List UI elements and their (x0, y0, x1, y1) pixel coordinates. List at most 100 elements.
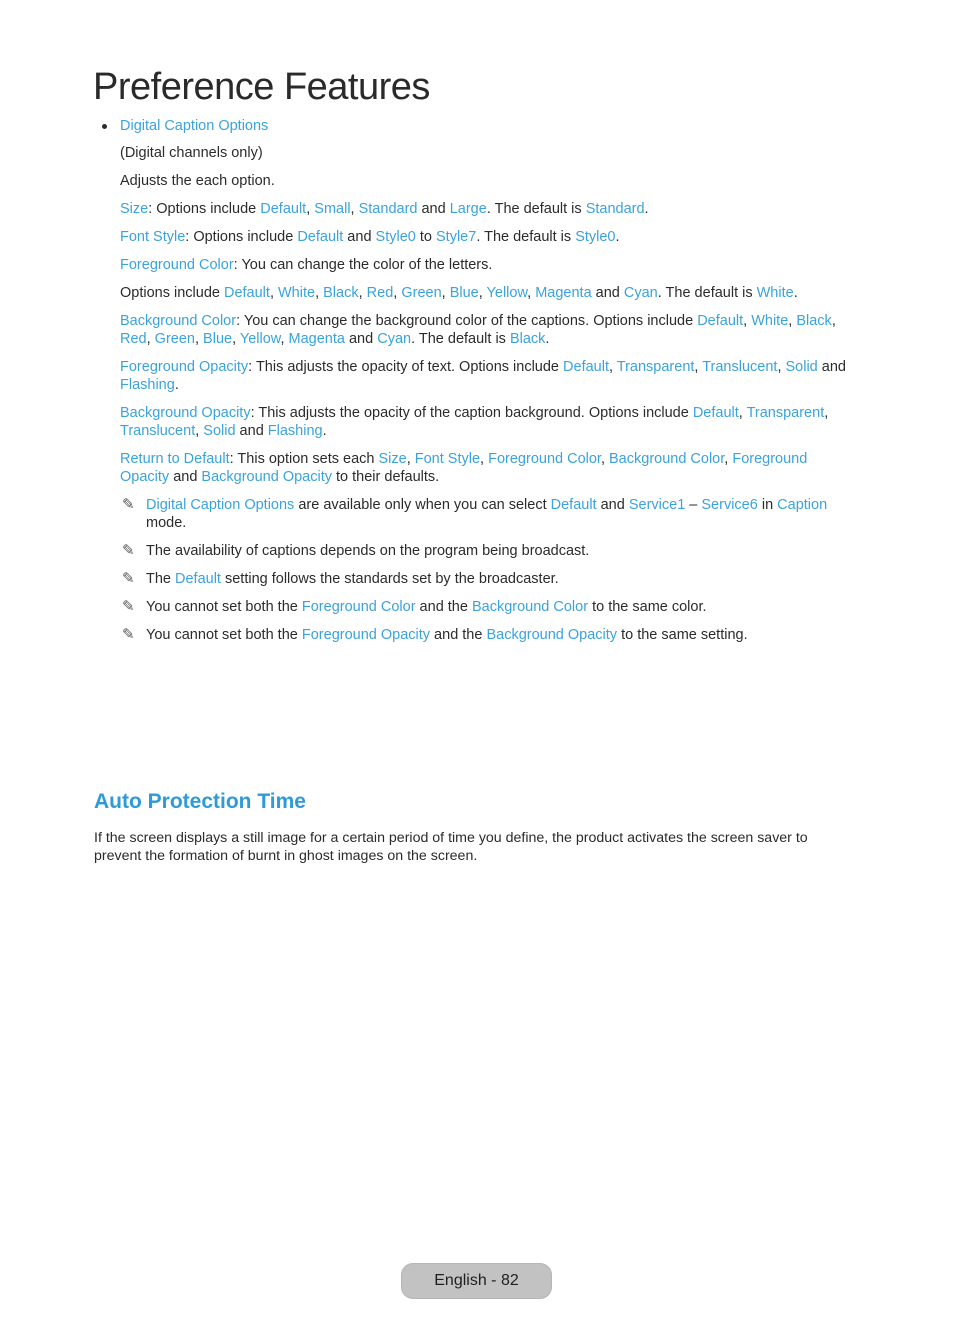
text-segment: : Options include (185, 229, 298, 245)
text-segment: and (596, 497, 629, 513)
text-segment: . (322, 423, 327, 439)
highlighted-term: Service6 (701, 497, 758, 513)
text-segment: . The default is (486, 201, 586, 217)
highlighted-term: Blue (203, 331, 233, 347)
highlighted-term: Font Style (120, 229, 186, 245)
text-segment: You cannot set both the (146, 627, 302, 643)
pencil-note-icon: ✎ (122, 496, 135, 513)
text-segment: and (591, 285, 624, 301)
highlighted-term: Default (697, 313, 744, 329)
highlighted-term: Blue (449, 285, 479, 301)
pencil-note-icon: ✎ (122, 598, 135, 615)
highlighted-term: Small (314, 201, 351, 217)
text-segment: . (615, 229, 620, 245)
page-number-label: English - 82 (434, 1272, 519, 1289)
text-segment: , (146, 331, 155, 347)
text-segment: . The default is (657, 285, 757, 301)
text-segment: and (417, 201, 450, 217)
pencil-note-icon: ✎ (122, 626, 135, 643)
highlighted-term: Translucent (120, 423, 196, 439)
highlighted-term: Style0 (375, 229, 416, 245)
highlighted-term: Yellow (486, 285, 528, 301)
highlighted-term: Default (297, 229, 344, 245)
highlighted-term: Cyan (623, 285, 658, 301)
text-segment: and (343, 229, 376, 245)
pencil-note-icon: ✎ (122, 542, 135, 559)
bullet-icon (102, 124, 107, 129)
text-segment: , (608, 359, 617, 375)
highlighted-term: Service1 (628, 497, 686, 513)
text-segment: : You can change the color of the letter… (233, 257, 493, 273)
text-segment: The (146, 571, 176, 587)
text-segment: setting follows the standards set by the… (220, 571, 559, 587)
highlighted-term: White (278, 285, 316, 301)
text-segment: – (685, 497, 702, 513)
text-segment: are available only when you can select (294, 497, 551, 513)
highlighted-term: Size (120, 201, 149, 217)
text-segment: to (415, 229, 436, 245)
note-item: ✎ You cannot set both the Foreground Opac… (120, 626, 860, 644)
note-item: ✎ You cannot set both the Foreground Colo… (120, 598, 860, 616)
option-paragraph: Foreground Opacity: This adjusts the opa… (120, 358, 860, 394)
text-segment: . The default is (411, 331, 510, 347)
caption-options-content: (Digital channels only) Adjusts the each … (120, 144, 860, 654)
highlighted-term: Default (175, 571, 221, 587)
text-segment: and the (415, 599, 472, 615)
option-paragraph: Font Style: Options include Default and … (120, 228, 860, 246)
text-segment: and (817, 359, 846, 375)
text-segment: , (406, 451, 415, 467)
text-segment: to the same setting. (617, 627, 748, 643)
option-paragraph: Adjusts the each option. (120, 172, 860, 190)
highlighted-term: Default (223, 285, 270, 301)
text-segment: , (232, 331, 240, 347)
highlighted-term: Default (563, 359, 609, 375)
highlighted-term: Solid (785, 359, 818, 375)
text-segment: to their defaults. (332, 469, 440, 485)
text-segment: , (738, 405, 747, 421)
text-segment: , (358, 285, 367, 301)
text-segment: , (350, 201, 359, 217)
highlighted-term: Green (401, 285, 442, 301)
notes-list: ✎ Digital Caption Options are available o… (120, 496, 860, 644)
highlighted-term: Background Opacity (486, 627, 618, 643)
text-segment: Options include (120, 285, 224, 301)
highlighted-term: Black (323, 285, 359, 301)
highlighted-term: Background Color (471, 599, 589, 615)
highlighted-term: Default (550, 497, 597, 513)
highlighted-term: Background Color (609, 451, 725, 467)
text-segment: in (757, 497, 778, 513)
text-segment: to the same color. (588, 599, 707, 615)
option-paragraph: Foreground Color: You can change the col… (120, 256, 860, 274)
text-segment: . (545, 331, 550, 347)
highlighted-term: Cyan (377, 331, 412, 347)
highlighted-term: White (756, 285, 794, 301)
highlighted-term: Size (378, 451, 407, 467)
highlighted-term: White (751, 313, 789, 329)
text-segment: and (235, 423, 268, 439)
highlighted-term: Foreground Opacity (301, 627, 431, 643)
highlighted-term: Standard (358, 201, 418, 217)
highlighted-term: Background Opacity (120, 405, 251, 421)
text-segment: , (777, 359, 786, 375)
highlighted-term: Flashing (267, 423, 323, 439)
option-paragraph: Size: Options include Default, Small, St… (120, 200, 860, 218)
section-body: If the screen displays a still image for… (94, 830, 808, 864)
text-segment: and (344, 331, 378, 347)
text-segment: , (480, 451, 489, 467)
highlighted-term: Flashing (120, 377, 175, 393)
text-segment: , (478, 285, 487, 301)
highlighted-term: Style0 (575, 229, 616, 245)
text-segment: . The default is (476, 229, 576, 245)
note-item: ✎ Digital Caption Options are available o… (120, 496, 860, 532)
highlighted-term: Caption (777, 497, 828, 513)
highlighted-term: Black (509, 331, 546, 347)
highlighted-term: Translucent (702, 359, 778, 375)
text-segment: , (280, 331, 289, 347)
text-segment: , (315, 285, 324, 301)
highlighted-term: Transparent (616, 359, 695, 375)
text-segment: , (527, 285, 536, 301)
section-heading: Auto Protection Time (94, 790, 306, 813)
highlighted-term: Foreground Color (488, 451, 601, 467)
highlighted-term: Foreground Color (301, 599, 416, 615)
page-title: Preference Features (93, 66, 430, 108)
